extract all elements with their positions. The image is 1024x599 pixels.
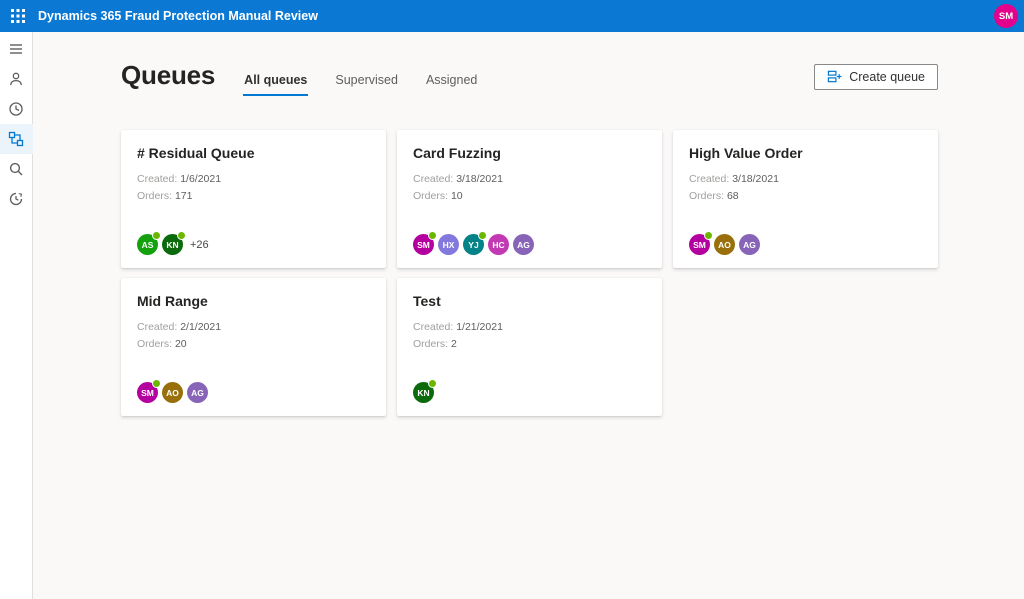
member-avatar[interactable]: AG bbox=[739, 234, 760, 255]
sidebar-item-nav-toggle[interactable] bbox=[0, 34, 33, 64]
created-value: 1/6/2021 bbox=[180, 173, 221, 185]
orders-value: 2 bbox=[451, 338, 457, 350]
app-title: Dynamics 365 Fraud Protection Manual Rev… bbox=[38, 9, 318, 23]
member-avatar[interactable]: AG bbox=[187, 382, 208, 403]
search-icon bbox=[8, 161, 24, 177]
history-icon bbox=[8, 191, 24, 207]
queue-orders: Orders: 171 bbox=[137, 190, 370, 202]
app-body: Queues All queues Supervised Assigned Cr… bbox=[0, 32, 1024, 599]
member-avatar[interactable]: YJ bbox=[463, 234, 484, 255]
create-queue-icon bbox=[827, 69, 842, 84]
presence-badge bbox=[704, 231, 713, 240]
queue-created: Created: 3/18/2021 bbox=[413, 173, 646, 185]
queue-created: Created: 3/18/2021 bbox=[689, 173, 922, 185]
queue-title: # Residual Queue bbox=[137, 145, 370, 161]
presence-badge bbox=[478, 231, 487, 240]
created-label: Created: bbox=[413, 321, 453, 333]
presence-badge bbox=[428, 379, 437, 388]
user-avatar[interactable]: SM bbox=[994, 4, 1018, 28]
orders-label: Orders: bbox=[137, 338, 172, 350]
member-avatar[interactable]: AO bbox=[162, 382, 183, 403]
sidebar-item-queues[interactable] bbox=[0, 124, 33, 154]
created-label: Created: bbox=[137, 173, 177, 185]
queue-card[interactable]: # Residual Queue Created: 1/6/2021 Order… bbox=[121, 130, 386, 268]
hamburger-icon bbox=[8, 41, 24, 57]
presence-badge bbox=[152, 379, 161, 388]
queue-card[interactable]: High Value Order Created: 3/18/2021 Orde… bbox=[673, 130, 938, 268]
create-queue-button[interactable]: Create queue bbox=[814, 64, 938, 90]
queue-title: High Value Order bbox=[689, 145, 922, 161]
queue-created: Created: 1/21/2021 bbox=[413, 321, 646, 333]
queue-card[interactable]: Test Created: 1/21/2021 Orders: 2 KN bbox=[397, 278, 662, 416]
queue-orders: Orders: 20 bbox=[137, 338, 370, 350]
orders-value: 10 bbox=[451, 190, 463, 202]
presence-badge bbox=[428, 231, 437, 240]
created-value: 3/18/2021 bbox=[456, 173, 503, 185]
presence-badge bbox=[152, 231, 161, 240]
queue-created: Created: 2/1/2021 bbox=[137, 321, 370, 333]
queue-card[interactable]: Mid Range Created: 2/1/2021 Orders: 20 S… bbox=[121, 278, 386, 416]
queue-orders: Orders: 2 bbox=[413, 338, 646, 350]
waffle-icon bbox=[11, 9, 25, 23]
created-value: 1/21/2021 bbox=[456, 321, 503, 333]
orders-label: Orders: bbox=[413, 190, 448, 202]
member-avatar[interactable]: SM bbox=[689, 234, 710, 255]
member-avatar[interactable]: SM bbox=[413, 234, 434, 255]
orders-label: Orders: bbox=[689, 190, 724, 202]
created-label: Created: bbox=[413, 173, 453, 185]
create-queue-label: Create queue bbox=[849, 70, 925, 84]
sidebar-item-activity[interactable] bbox=[0, 94, 33, 124]
queue-title: Mid Range bbox=[137, 293, 370, 309]
sidebar-item-people[interactable] bbox=[0, 64, 33, 94]
created-label: Created: bbox=[689, 173, 729, 185]
created-value: 2/1/2021 bbox=[180, 321, 221, 333]
member-avatar[interactable]: KN bbox=[162, 234, 183, 255]
app-launcher-button[interactable] bbox=[0, 0, 36, 32]
queue-created: Created: 1/6/2021 bbox=[137, 173, 370, 185]
queue-orders: Orders: 10 bbox=[413, 190, 646, 202]
orders-value: 171 bbox=[175, 190, 193, 202]
queue-card-grid: # Residual Queue Created: 1/6/2021 Order… bbox=[121, 130, 938, 416]
orders-label: Orders: bbox=[413, 338, 448, 350]
avatar-row: SMAOAG bbox=[689, 234, 922, 255]
queue-title: Test bbox=[413, 293, 646, 309]
orders-value: 68 bbox=[727, 190, 739, 202]
main-content: Queues All queues Supervised Assigned Cr… bbox=[33, 32, 1024, 599]
tab-supervised[interactable]: Supervised bbox=[334, 73, 399, 96]
orders-value: 20 bbox=[175, 338, 187, 350]
tab-assigned[interactable]: Assigned bbox=[425, 73, 478, 96]
avatar-row: SMAOAG bbox=[137, 382, 370, 403]
sidebar-item-search[interactable] bbox=[0, 154, 33, 184]
created-label: Created: bbox=[137, 321, 177, 333]
member-avatar[interactable]: HC bbox=[488, 234, 509, 255]
queue-tabs: All queues Supervised Assigned bbox=[243, 73, 478, 96]
tab-all-queues[interactable]: All queues bbox=[243, 73, 308, 96]
created-value: 3/18/2021 bbox=[732, 173, 779, 185]
avatar-row: SMHXYJHCAG bbox=[413, 234, 646, 255]
top-bar: Dynamics 365 Fraud Protection Manual Rev… bbox=[0, 0, 1024, 32]
page-header: Queues All queues Supervised Assigned Cr… bbox=[121, 60, 938, 96]
member-avatar[interactable]: SM bbox=[137, 382, 158, 403]
avatar-row: ASKN +26 bbox=[137, 234, 370, 255]
avatar-row: KN bbox=[413, 382, 646, 403]
member-avatar[interactable]: KN bbox=[413, 382, 434, 403]
orders-label: Orders: bbox=[137, 190, 172, 202]
queue-title: Card Fuzzing bbox=[413, 145, 646, 161]
member-avatar[interactable]: AS bbox=[137, 234, 158, 255]
avatar-overflow-count[interactable]: +26 bbox=[190, 239, 209, 251]
left-nav-rail bbox=[0, 32, 33, 599]
member-avatar[interactable]: HX bbox=[438, 234, 459, 255]
queue-orders: Orders: 68 bbox=[689, 190, 922, 202]
member-avatar[interactable]: AO bbox=[714, 234, 735, 255]
presence-badge bbox=[177, 231, 186, 240]
sidebar-item-history[interactable] bbox=[0, 184, 33, 214]
member-avatar[interactable]: AG bbox=[513, 234, 534, 255]
clock-icon bbox=[8, 101, 24, 117]
queue-card[interactable]: Card Fuzzing Created: 3/18/2021 Orders: … bbox=[397, 130, 662, 268]
page-title: Queues bbox=[121, 60, 215, 91]
person-icon bbox=[8, 71, 24, 87]
queues-icon bbox=[8, 131, 24, 147]
